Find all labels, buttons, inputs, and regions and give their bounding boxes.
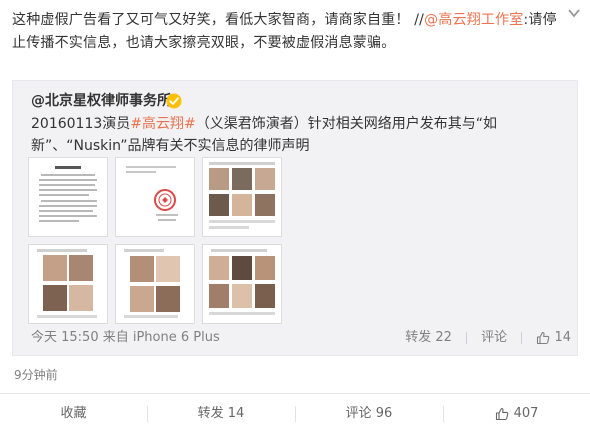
post-text-main: 这种虚假广告看了又可气又好笑，看低大家智商，请商家自重！ //	[12, 12, 425, 28]
repost-like-button[interactable]: 14	[536, 327, 571, 350]
mention-link[interactable]: @高云翔工作室	[424, 12, 523, 28]
weibo-post: 这种虚假广告看了又可气又好笑，看低大家智商，请商家自重！ //@高云翔工作室:请…	[0, 0, 590, 435]
image-thumbnail[interactable]	[28, 157, 108, 237]
favorite-button[interactable]: 收藏	[0, 394, 147, 434]
image-thumbnail[interactable]	[202, 244, 282, 324]
thumbs-up-icon	[495, 407, 509, 421]
like-button[interactable]: 407	[443, 394, 590, 434]
repost-footer: 今天 15:50 来自 iPhone 6 Plus 转发 22 评论 14	[31, 327, 571, 349]
thumbs-up-icon	[536, 331, 550, 345]
post-text: 这种虚假广告看了又可气又好笑，看低大家智商，请商家自重！ //@高云翔工作室:请…	[12, 9, 567, 55]
image-thumbnail[interactable]	[115, 244, 195, 324]
divider	[466, 332, 468, 345]
comment-button[interactable]: 评论 96	[295, 394, 443, 434]
chevron-down-icon[interactable]	[567, 7, 581, 19]
image-thumbnail[interactable]	[28, 244, 108, 324]
repost-actions: 转发 22 评论 14	[405, 327, 571, 349]
repost-card: @北京星权律师事务所 20160113演员#高云翔#（义渠君饰演者）针对相关网络…	[12, 80, 578, 356]
verified-badge-icon[interactable]	[166, 93, 182, 109]
image-grid	[28, 157, 288, 327]
action-bar: 收藏 转发 14 评论 96 407	[0, 393, 590, 435]
repost-forward-link[interactable]: 转发 22	[405, 327, 452, 349]
repost-text-prefix: 20160113演员	[31, 116, 131, 132]
image-thumbnail[interactable]	[115, 157, 195, 237]
repost-time-source[interactable]: 今天 15:50 来自 iPhone 6 Plus	[31, 327, 220, 349]
repost-comment-link[interactable]: 评论	[481, 327, 507, 349]
like-count: 407	[513, 406, 539, 421]
divider	[521, 332, 523, 345]
post-time[interactable]: 9分钟前	[14, 366, 58, 384]
repost-button[interactable]: 转发 14	[147, 394, 295, 434]
repost-author-link[interactable]: @北京星权律师事务所	[31, 91, 171, 111]
repost-like-count: 14	[554, 330, 571, 345]
image-thumbnail[interactable]	[202, 157, 282, 237]
repost-text: 20160113演员#高云翔#（义渠君饰演者）针对相关网络用户发布其与“如新”、…	[31, 113, 571, 157]
topic-link[interactable]: #高云翔#	[130, 116, 195, 132]
